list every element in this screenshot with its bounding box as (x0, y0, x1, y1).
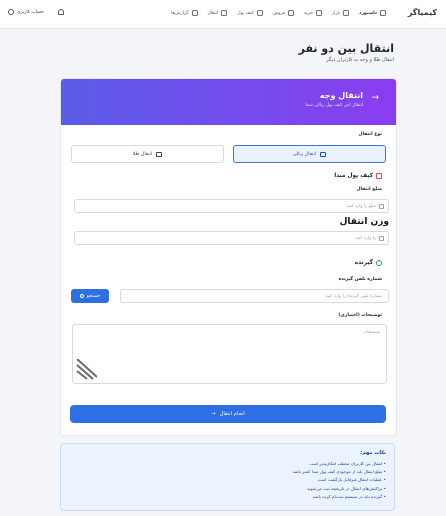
scale-icon (379, 235, 384, 241)
description-textarea[interactable]: توضیحات (72, 324, 387, 384)
recipient-title: گیرنده (355, 260, 382, 266)
brand-logo[interactable]: کیمیاگر (408, 8, 437, 17)
list-item: • عملیات انتقال غیرقابل بازگشت است (317, 477, 386, 483)
hero-subtitle: انتقال امن کیف پول ریالی شما (305, 103, 363, 108)
hero-title: انتقال وجه (319, 91, 363, 100)
top-navbar: کیمیاگر داشبورد بازار خرید فروش کیف پول … (0, 0, 446, 29)
list-item: • مبلغ انتقال باید از موجودی کیف پول مبد… (292, 469, 386, 475)
page-subtitle: انتقال طلا و وجه به کاربران دیگر (326, 57, 394, 63)
amount-input[interactable]: مبلغ را وارد کنید (74, 199, 389, 213)
transfer-icon (221, 10, 228, 16)
account-button[interactable]: حساب کاربری (8, 9, 44, 15)
money-icon (379, 203, 384, 209)
resize-handle-icon[interactable] (75, 359, 97, 381)
nav-item-market[interactable]: بازار (332, 10, 350, 16)
type-rial-button[interactable]: انتقال ریالی (233, 145, 386, 163)
link-icon (156, 151, 163, 157)
arrow-right-icon: → (371, 93, 379, 103)
phone-label: شماره تلفن گیرنده (338, 277, 382, 282)
list-item: • تراکنش‌های انتقال در تاریخچه ثبت می‌شو… (307, 485, 386, 491)
nav-item-reports[interactable]: گزارش‌ها (171, 10, 198, 16)
source-wallet-title: کیف پول مبدا (334, 173, 382, 179)
hero-banner: → انتقال وجه انتقال امن کیف پول ریالی شم… (61, 79, 396, 125)
submit-transfer-button[interactable]: انجام انتقال → (70, 405, 386, 423)
amount-label: مبلغ انتقال (356, 187, 382, 192)
page-title: انتقال بین دو نفر (298, 42, 394, 55)
wallet-icon (256, 10, 263, 16)
wallet-icon (376, 173, 382, 179)
cash-icon (320, 151, 327, 157)
transfer-card: → انتقال وجه انتقال امن کیف پول ریالی شم… (60, 78, 397, 436)
cart-icon (315, 10, 322, 16)
chart-icon (343, 10, 350, 16)
arrow-right-icon: → (211, 411, 216, 417)
search-icon (79, 294, 84, 298)
nav-item-wallet[interactable]: کیف پول (237, 10, 263, 16)
tag-icon (288, 10, 295, 16)
bell-icon[interactable] (57, 9, 64, 15)
description-label: توضیحات (اختیاری) (338, 313, 382, 318)
weight-input[interactable]: را وارد کنید (74, 231, 389, 245)
nav-item-transfer[interactable]: انتقال (208, 10, 228, 16)
main-nav: داشبورد بازار خرید فروش کیف پول انتقال گ… (171, 10, 386, 16)
notes-box: نکات مهم: • انتقال بین کاربران مختلف امک… (60, 443, 395, 511)
search-button[interactable]: جستجو (71, 289, 109, 303)
report-icon (191, 10, 198, 16)
notes-list: • انتقال بین کاربران مختلف امکان‌پذیر اس… (293, 460, 386, 501)
user-icon (8, 9, 14, 15)
notes-title: نکات مهم: (360, 450, 386, 456)
user-icon (376, 260, 382, 266)
transfer-type-label: نوع انتقال (358, 132, 382, 137)
list-item: • انتقال بین کاربران مختلف امکان‌پذیر اس… (309, 461, 386, 466)
phone-input[interactable]: شماره تلفن گیرنده را وارد کنید (120, 289, 389, 303)
nav-item-buy[interactable]: خرید (304, 10, 322, 16)
type-gold-button[interactable]: انتقال طلا (71, 145, 224, 163)
home-icon (380, 10, 386, 16)
nav-item-dashboard[interactable]: داشبورد (359, 10, 386, 16)
weight-title: وزن انتقال (339, 217, 389, 227)
user-area: حساب کاربری (8, 9, 64, 15)
nav-item-sell[interactable]: فروش (273, 10, 295, 16)
list-item: • گیرنده باید در سیستم ثبت‌نام کرده باشد (312, 493, 386, 499)
